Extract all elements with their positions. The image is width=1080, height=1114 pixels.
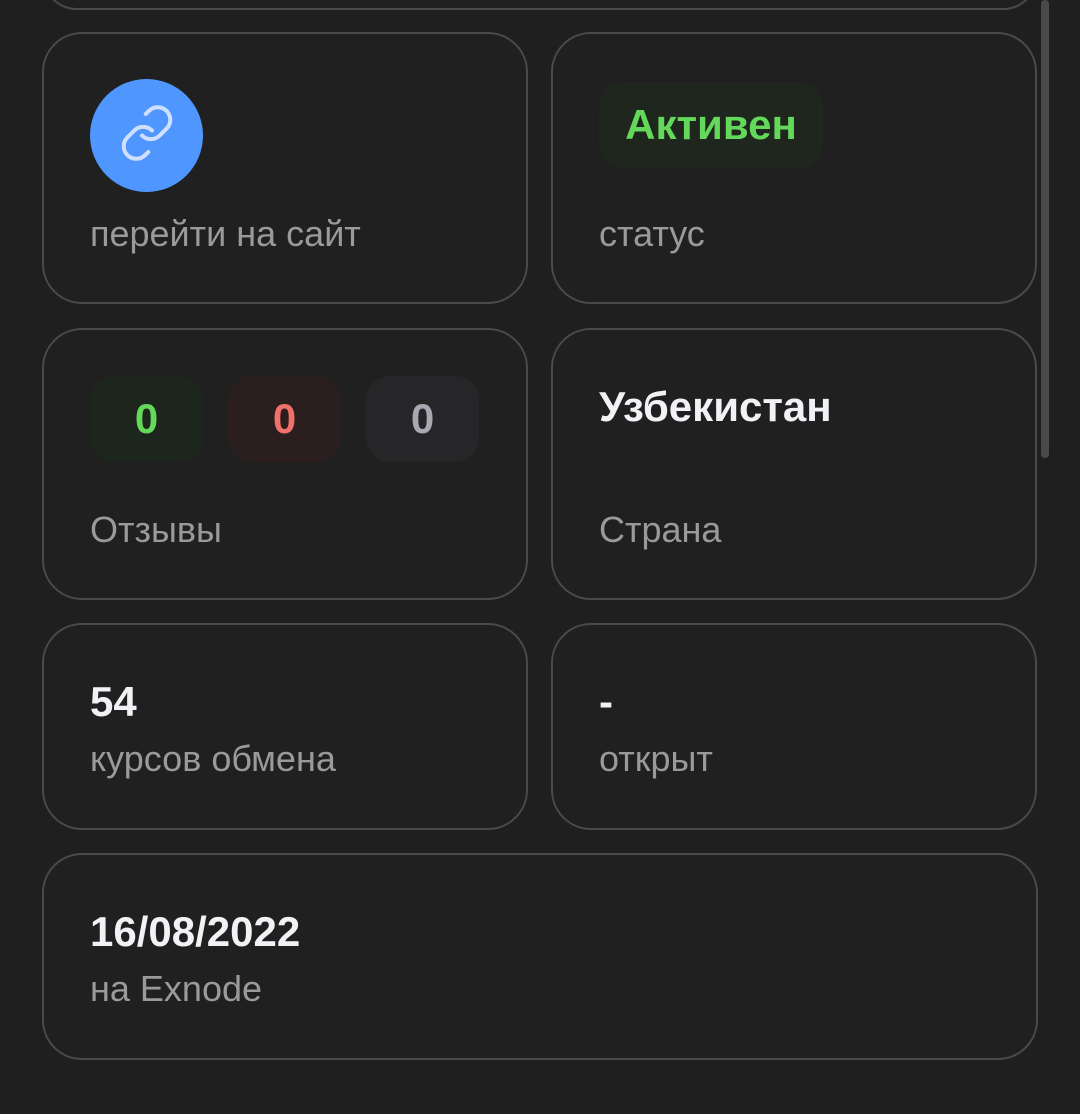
rates-label: курсов обмена xyxy=(90,738,336,779)
neutral-reviews-count[interactable]: 0 xyxy=(366,376,479,462)
registration-date-value: 16/08/2022 xyxy=(90,908,301,955)
on-exnode-since-card: 16/08/2022 на Exnode xyxy=(42,853,1038,1060)
opened-label: открыт xyxy=(599,738,713,779)
on-exnode-label: на Exnode xyxy=(90,968,263,1009)
go-to-site-button[interactable] xyxy=(90,79,203,192)
opened-card: - открыт xyxy=(551,623,1037,830)
reviews-card[interactable]: 0 0 0 Отзывы xyxy=(42,328,528,600)
link-icon xyxy=(117,103,177,168)
exchanger-info-page: перейти на сайт Активен статус 0 0 0 Отз… xyxy=(0,0,1080,1114)
country-card: Узбекистан Страна xyxy=(551,328,1037,600)
opened-value: - xyxy=(599,678,613,725)
exchange-rates-card: 54 курсов обмена xyxy=(42,623,528,830)
website-link-card[interactable]: перейти на сайт xyxy=(42,32,528,304)
status-badge: Активен xyxy=(599,82,823,168)
previous-card xyxy=(42,0,1038,10)
rates-count-value: 54 xyxy=(90,678,137,725)
positive-reviews-count[interactable]: 0 xyxy=(90,376,203,462)
status-card: Активен статус xyxy=(551,32,1037,304)
country-value: Узбекистан xyxy=(599,383,832,430)
reviews-label: Отзывы xyxy=(90,509,222,550)
go-to-site-label: перейти на сайт xyxy=(90,213,361,254)
country-label: Страна xyxy=(599,509,722,550)
status-label: статус xyxy=(599,213,705,254)
negative-reviews-count[interactable]: 0 xyxy=(228,376,341,462)
scrollbar[interactable] xyxy=(1041,0,1049,458)
